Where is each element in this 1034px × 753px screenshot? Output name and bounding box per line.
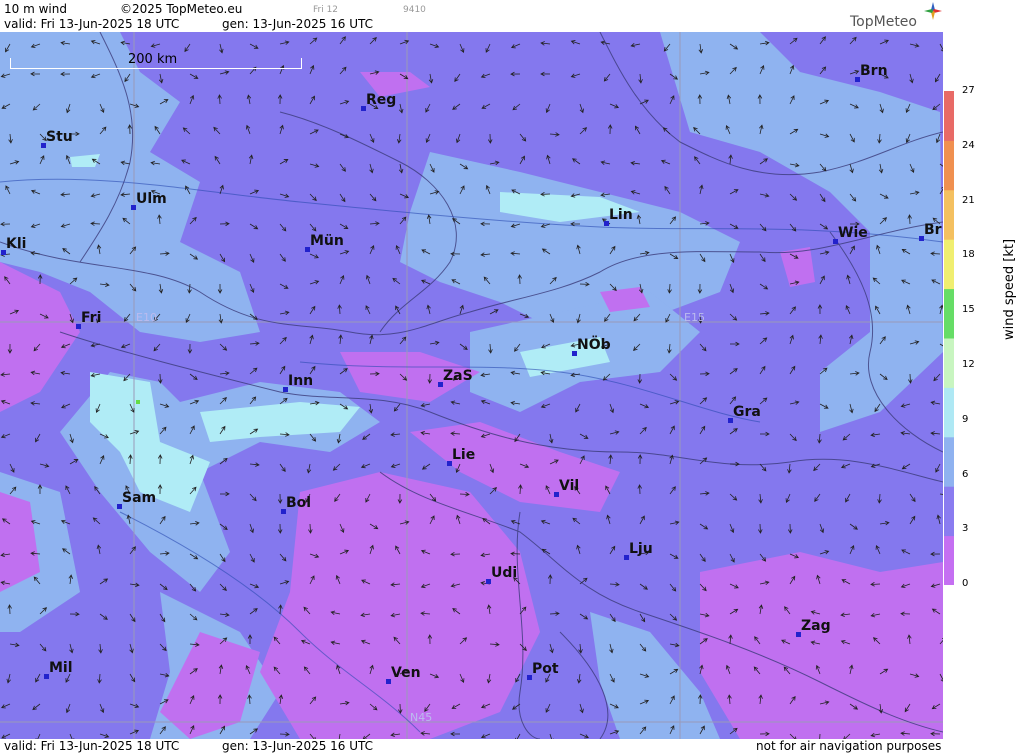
city-label: NÖb [577, 337, 611, 353]
city-label: Bol [286, 495, 312, 511]
city-label: Stu [46, 129, 73, 145]
generated-time: gen: 13-Jun-2025 16 UTC [222, 17, 374, 31]
product-title: 10 m wind [4, 2, 67, 16]
city-label: Lie [452, 447, 476, 463]
city-label: Mil [49, 660, 73, 676]
legend-color-band [944, 387, 954, 438]
legend-tick: 27 [962, 85, 975, 96]
legend-color-band [944, 91, 954, 141]
city-label: Ven [391, 665, 421, 681]
legend-color-band [944, 338, 954, 388]
legend-tick: 0 [962, 578, 969, 590]
legend-tick: 15 [962, 304, 975, 316]
footer-generated: gen: 13-Jun-2025 16 UTC [222, 739, 374, 753]
city-label: Reg [366, 92, 397, 108]
city-label: Lin [609, 207, 633, 223]
legend-color-band [944, 140, 954, 191]
legend-tick: 24 [962, 139, 975, 151]
legend-color-band [944, 535, 954, 585]
run-code-small: 9410 [403, 5, 426, 15]
topmeteo-logo[interactable]: TopMeteo [850, 2, 942, 30]
legend-color-band [944, 436, 954, 487]
city-label: Fri [81, 310, 102, 326]
legend-tick: 3 [962, 523, 969, 535]
legend-color-band [944, 239, 954, 290]
city-label: Pot [532, 661, 559, 677]
footer-valid: valid: Fri 13-Jun-2025 18 UTC [4, 739, 180, 753]
city-label: Zag [801, 618, 831, 634]
footer-disclaimer: not for air navigation purposes [756, 739, 942, 753]
legend-tick: 18 [962, 249, 975, 261]
city-label: Lju [629, 541, 653, 557]
logo-text: TopMeteo [850, 14, 917, 30]
legend-tick: 9 [962, 413, 969, 425]
scale-label: 200 km [128, 52, 178, 67]
legend-tick: 21 [962, 194, 975, 206]
wind-map[interactable]: 200 km E10 E15 N45 Brn Reg Stu Ulm Lin Kli Mün… [0, 32, 943, 739]
city-label: Inn [288, 373, 314, 389]
city-label: Sam [122, 490, 157, 506]
legend-color-band [944, 288, 954, 339]
legend-color-band [944, 189, 954, 240]
grid-label-n45: N45 [410, 711, 433, 724]
grid-label-e10: E10 [136, 311, 157, 324]
legend-tick: 6 [962, 468, 969, 480]
legend-color-band [944, 486, 954, 537]
city-label: Udi [491, 565, 518, 581]
legend-tick: 12 [962, 359, 975, 370]
city-label: ZaS [443, 368, 473, 384]
compass-icon [924, 2, 942, 20]
valid-time: valid: Fri 13-Jun-2025 18 UTC [4, 17, 180, 31]
city-label: Wie [838, 225, 868, 241]
city-label: Ulm [136, 191, 167, 207]
city-label: Brn [860, 63, 888, 79]
city-label: Gra [733, 404, 761, 420]
city-label: Mün [310, 233, 344, 249]
grid-label-e15: E15 [684, 311, 705, 324]
forecast-day-small: Fri 12 [313, 5, 339, 15]
city-label: Vil [559, 478, 580, 494]
color-scale [944, 91, 954, 585]
legend-unit: wind speed [kt] [1002, 238, 1017, 340]
city-label: Br [924, 222, 942, 238]
copyright: ©2025 TopMeteo.eu [120, 2, 243, 16]
city-label: Kli [6, 236, 27, 252]
